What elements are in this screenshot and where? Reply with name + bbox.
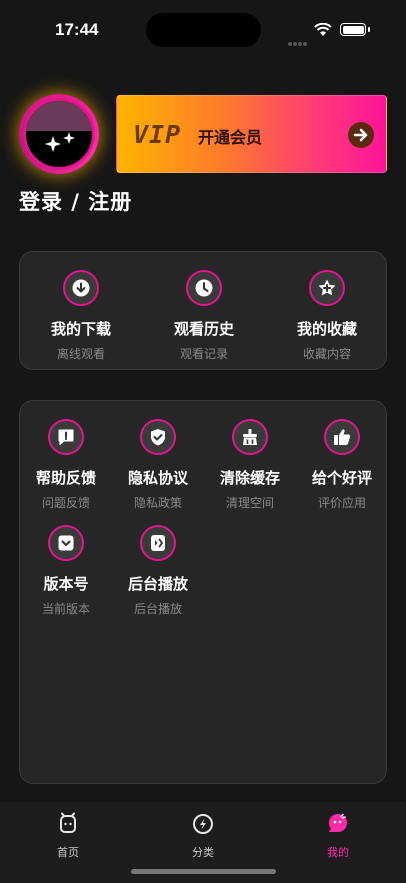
thumbs-up-icon bbox=[324, 419, 360, 455]
home-icon bbox=[60, 812, 76, 833]
tools-panel: 帮助反馈 问题反馈 隐私协议 隐私政策 清除缓存 清理空间 给个好评 评价应用 … bbox=[19, 400, 387, 784]
download-icon bbox=[63, 270, 99, 306]
compass-icon bbox=[193, 814, 213, 834]
chevron-down-icon bbox=[48, 525, 84, 561]
star-icon bbox=[309, 270, 345, 306]
my-downloads-item[interactable]: 我的下载 离线观看 bbox=[36, 270, 126, 362]
signal-icon bbox=[288, 31, 308, 50]
quick-actions-panel: 我的下载 离线观看 观看历史 观看记录 我的收藏 收藏内容 bbox=[19, 251, 387, 370]
feedback-icon bbox=[48, 419, 84, 455]
clock-icon bbox=[186, 270, 222, 306]
arrow-right-icon bbox=[348, 122, 374, 148]
status-time: 17:44 bbox=[55, 20, 99, 39]
tab-category[interactable]: 分类 bbox=[173, 812, 233, 860]
background-play-icon bbox=[140, 525, 176, 561]
wifi-icon bbox=[314, 22, 332, 41]
tab-mine[interactable]: 我的 bbox=[308, 812, 368, 860]
profile-icon bbox=[329, 813, 347, 832]
tab-home[interactable]: 首页 bbox=[38, 812, 98, 860]
home-indicator bbox=[131, 869, 276, 874]
my-favorites-item[interactable]: 我的收藏 收藏内容 bbox=[282, 270, 372, 362]
dynamic-island bbox=[146, 13, 261, 47]
shield-icon bbox=[140, 419, 176, 455]
version-item[interactable]: 版本号 当前版本 bbox=[26, 525, 106, 617]
rate-app-item[interactable]: 给个好评 评价应用 bbox=[302, 419, 382, 511]
avatar[interactable] bbox=[19, 94, 99, 174]
watch-history-item[interactable]: 观看历史 观看记录 bbox=[159, 270, 249, 362]
status-bar: 17:44 bbox=[0, 0, 406, 60]
vip-badge: VIP bbox=[133, 120, 182, 149]
help-feedback-item[interactable]: 帮助反馈 问题反馈 bbox=[26, 419, 106, 511]
vip-banner[interactable]: VIP 开通会员 bbox=[116, 95, 387, 173]
battery-icon bbox=[340, 23, 370, 36]
login-register-link[interactable]: 登录 / 注册 bbox=[19, 186, 132, 216]
privacy-policy-item[interactable]: 隐私协议 隐私政策 bbox=[118, 419, 198, 511]
clear-cache-item[interactable]: 清除缓存 清理空间 bbox=[210, 419, 290, 511]
vip-label: 开通会员 bbox=[198, 128, 263, 147]
broom-icon bbox=[232, 419, 268, 455]
background-play-item[interactable]: 后台播放 后台播放 bbox=[118, 525, 198, 617]
sparkle-icon bbox=[45, 132, 75, 152]
